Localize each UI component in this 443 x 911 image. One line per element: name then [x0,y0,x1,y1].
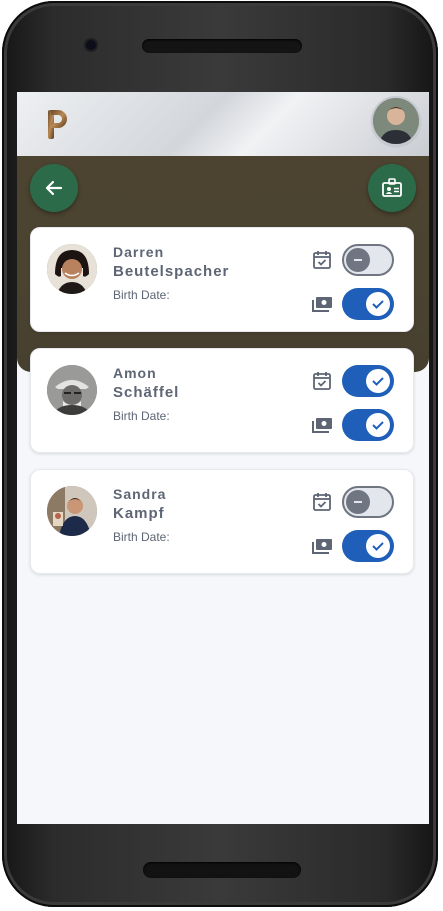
toggle-knob [366,413,390,437]
money-icon [312,539,332,554]
arrow-left-icon [45,180,63,196]
person-last-name: Kampf [113,505,165,522]
person-first-name: Sandra [113,486,167,502]
payment-toggle[interactable] [342,530,394,562]
calendar-check-icon [313,372,331,390]
check-icon [372,377,384,386]
payment-toggle[interactable] [342,409,394,441]
calendar-check-icon [313,493,331,511]
check-icon [372,421,384,430]
payment-toggle[interactable] [342,288,394,320]
calendar-check-icon [313,251,331,269]
calendar-toggle[interactable] [342,365,394,397]
person-photo [47,365,97,415]
money-icon [312,418,332,433]
birth-date-label: Birth Date: [113,288,170,302]
earpiece-speaker [142,39,302,53]
toggle-knob [346,490,370,514]
id-badge-button[interactable] [368,164,416,212]
person-photo [47,244,97,294]
person-last-name: Beutelspacher [113,263,230,280]
person-last-name: Schäffel [113,384,180,401]
id-badge-icon [382,178,402,197]
check-icon [372,542,384,551]
app-screen: Darren Beutelspacher Birth Date: Amon Sc… [17,92,429,824]
app-bar [17,92,429,156]
person-card[interactable]: Amon Schäffel Birth Date: [30,348,414,453]
person-card[interactable]: Sandra Kampf Birth Date: [30,469,414,574]
toggle-knob [366,369,390,393]
calendar-toggle[interactable] [342,486,394,518]
minus-icon [354,501,362,503]
front-camera [86,40,96,50]
toggle-knob [366,292,390,316]
toggle-knob [346,248,370,272]
person-first-name: Darren [113,244,165,260]
bottom-speaker [143,862,301,878]
money-icon [312,297,332,312]
person-photo [47,486,97,536]
back-button[interactable] [30,164,78,212]
person-card[interactable]: Darren Beutelspacher Birth Date: [30,227,414,332]
toggle-knob [366,534,390,558]
phone-frame: Darren Beutelspacher Birth Date: Amon Sc… [2,1,438,907]
minus-icon [354,259,362,261]
birth-date-label: Birth Date: [113,530,170,544]
person-first-name: Amon [113,365,157,381]
calendar-toggle[interactable] [342,244,394,276]
birth-date-label: Birth Date: [113,409,170,423]
user-avatar[interactable] [373,98,419,144]
check-icon [372,300,384,309]
app-logo-icon[interactable] [43,106,73,142]
